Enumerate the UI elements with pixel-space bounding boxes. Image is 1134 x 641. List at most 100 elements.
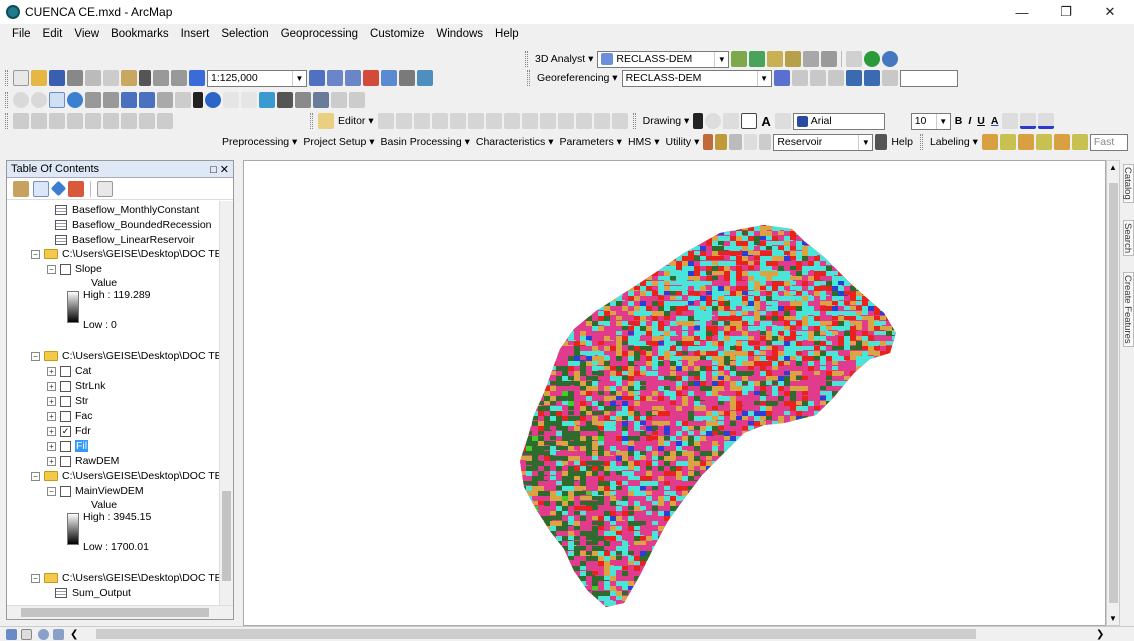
rotate-tool-icon[interactable] [881,70,898,86]
list-item[interactable]: + Fil [47,439,89,453]
line-color-icon[interactable] [1020,113,1037,129]
list-by-source-icon[interactable] [33,180,49,197]
find-route-icon[interactable] [295,92,311,108]
bold-button[interactable]: B [953,115,965,127]
menu-selection[interactable]: Selection [215,28,274,40]
open-folder-icon[interactable] [31,70,47,86]
python-window-icon[interactable] [399,70,415,86]
list-by-selection-icon[interactable] [68,180,84,197]
utility-menu[interactable]: Utility ▾ [663,136,701,148]
reshape-icon[interactable] [503,113,520,129]
forward-extent-icon[interactable] [139,92,155,108]
layout-back-icon[interactable] [121,113,137,129]
layer-visibility-checkbox[interactable] [60,440,71,452]
toolbar-grip[interactable] [632,113,636,129]
scrollbar-thumb[interactable] [222,491,231,581]
reservoir-layer-select[interactable]: Reservoir ▼ [773,133,874,151]
font-color-button[interactable]: A [989,115,1001,127]
zoom-to-selected-icon[interactable] [723,113,740,129]
parameters-menu[interactable]: Parameters ▾ [557,136,623,148]
layout-zoom-in-icon[interactable] [13,113,29,129]
labeling-menu[interactable]: Labeling ▾ [928,136,980,148]
end-point-arc-icon[interactable] [431,113,448,129]
list-item[interactable]: + Fac [47,409,93,423]
zoom-in-icon[interactable] [13,92,29,108]
paste-icon[interactable] [121,70,137,86]
layer-visibility-checkbox[interactable] [60,365,71,377]
toc-window-controls[interactable]: □ ✕ [210,163,229,176]
rotate-edit-icon[interactable] [557,113,574,129]
viewer-icon[interactable] [863,70,880,86]
arcglobe-icon[interactable] [864,51,881,67]
list-item[interactable]: + ✓ Fdr [47,424,91,438]
text-tool-icon[interactable]: A [759,114,772,129]
add-data-icon[interactable] [189,70,205,86]
search-window-icon[interactable] [363,70,379,86]
labeling-mode-select[interactable]: Fast [1089,133,1128,151]
editor-menu[interactable]: Editor ▾ [336,115,376,127]
profile-graph-icon[interactable] [846,51,863,67]
layer-visibility-checkbox[interactable] [60,263,71,275]
fixed-zoom-out-icon[interactable] [103,92,119,108]
scrollbar-thumb[interactable] [21,608,209,617]
measure-icon[interactable] [259,92,275,108]
toc-vertical-scrollbar[interactable] [219,201,233,605]
rectangle-icon[interactable] [741,113,758,129]
menu-bookmarks[interactable]: Bookmarks [105,28,175,40]
full-extent-icon[interactable] [67,92,83,108]
flow-path-icon[interactable] [715,134,728,150]
split-icon[interactable] [539,113,556,129]
fill-color-icon[interactable] [1002,113,1019,129]
options-icon[interactable] [97,180,113,197]
edit-tool-icon[interactable] [377,113,394,129]
layer-visibility-checkbox[interactable] [60,395,71,407]
minimize-button[interactable]: — [1000,0,1044,24]
list-item[interactable]: −C:\Users\GEISE\Desktop\DOC TESIS\ [31,469,221,483]
watershed-raster-map[interactable] [244,161,1107,627]
menu-geoprocessing[interactable]: Geoprocessing [275,28,364,40]
list-item[interactable]: + StrLnk [47,379,105,393]
underline-button[interactable]: U [975,115,987,127]
list-item[interactable]: Sum_Output [55,586,131,600]
toolbar-grip[interactable] [5,92,8,108]
sort-icon[interactable] [729,134,743,150]
edit-annotation-icon[interactable] [395,113,412,129]
3d-analyst-layer-select[interactable]: RECLASS-DEM ▼ [597,50,730,68]
html-popup-icon[interactable] [241,92,257,108]
callout-icon[interactable] [774,113,791,129]
toc-window-icon[interactable] [327,70,343,86]
pencil-icon[interactable] [759,134,772,150]
list-item[interactable]: Baseflow_LinearReservoir [55,233,195,247]
toolbar-grip[interactable] [525,51,528,67]
basin-processing-menu[interactable]: Basin Processing ▾ [379,136,472,148]
zoom-whole-page-icon[interactable] [67,113,83,129]
menu-windows[interactable]: Windows [430,28,489,40]
toolbar-grip[interactable] [919,134,923,150]
collapse-icon[interactable]: − [47,264,56,274]
create-viewer-icon[interactable] [349,92,365,108]
list-item[interactable]: −C:\Users\GEISE\Desktop\DOC TESIS\ [31,349,221,363]
label-weight-icon[interactable] [1017,134,1034,150]
select-features-icon[interactable] [157,92,173,108]
map-display[interactable] [243,160,1106,626]
view-link-table-icon[interactable] [845,70,862,86]
edit-pencil-icon[interactable] [875,134,888,150]
line-of-sight-icon[interactable] [767,51,784,67]
view-unplaced-icon[interactable] [1071,134,1088,150]
preprocessing-menu[interactable]: Preprocessing ▾ [220,136,299,148]
expand-icon[interactable]: + [47,426,56,436]
select-elements-arrow-icon[interactable] [693,113,704,129]
hms-menu[interactable]: HMS ▾ [626,136,662,148]
print-icon[interactable] [67,70,83,86]
toggle-draft-icon[interactable] [157,113,173,129]
layer-visibility-checkbox[interactable] [60,455,71,467]
steepest-path-icon[interactable] [749,51,766,67]
edit-vertices-icon[interactable] [485,113,502,129]
arcscene-icon[interactable] [882,51,899,67]
font-family-select[interactable]: Arial [792,112,885,130]
3d-analyst-menu[interactable]: 3D Analyst ▾ [533,53,595,65]
lock-labels-icon[interactable] [1035,134,1052,150]
list-item[interactable]: Baseflow_MonthlyConstant [55,203,199,217]
menu-view[interactable]: View [68,28,105,40]
characteristics-menu[interactable]: Characteristics ▾ [474,136,556,148]
